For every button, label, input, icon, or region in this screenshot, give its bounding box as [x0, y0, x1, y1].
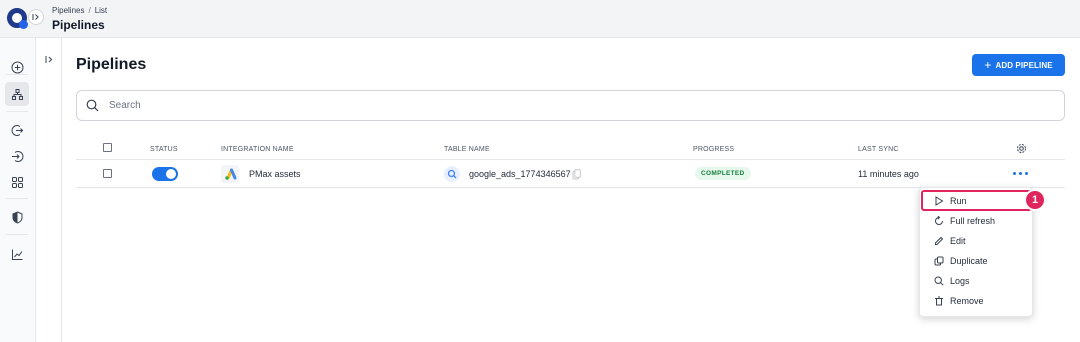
menu-item-label: Logs: [950, 276, 970, 286]
table-header: STATUS INTEGRATION NAME TABLE NAME PROGR…: [76, 138, 1065, 160]
chevron-right-bar-icon: [32, 14, 39, 20]
search-bar: [76, 90, 1065, 121]
menu-item-label: Remove: [950, 296, 984, 306]
top-bar: Pipelines / List Pipelines: [0, 0, 1080, 38]
rail-divider: [6, 234, 28, 235]
secondary-panel: [36, 38, 62, 342]
row-checkbox[interactable]: [103, 169, 112, 178]
last-sync: 11 minutes ago: [858, 169, 919, 179]
add-circle-icon[interactable]: [5, 55, 29, 79]
search-input[interactable]: [109, 100, 1009, 111]
status-badge: COMPLETED: [695, 167, 751, 180]
column-header-progress: PROGRESS: [693, 146, 735, 153]
pencil-icon: [933, 236, 944, 247]
breadcrumb: Pipelines / List: [52, 6, 107, 15]
table-name: google_ads_1774346567: [469, 169, 571, 179]
status-toggle[interactable]: [152, 167, 178, 181]
bigquery-icon: [444, 166, 460, 182]
trash-icon: [933, 296, 944, 307]
rail-divider: [6, 198, 28, 199]
rail-divider: [6, 74, 28, 75]
run-highlight-box: [921, 190, 1032, 211]
menu-item-duplicate[interactable]: Duplicate: [920, 251, 1034, 271]
step-number-badge: 1: [1024, 189, 1046, 211]
rail-divider: [6, 111, 28, 112]
table-row[interactable]: PMax assets google_ads_1774346567 COMPLE…: [76, 160, 1065, 188]
icon-rail: [0, 38, 36, 342]
copy-icon[interactable]: [572, 169, 581, 180]
header-title: Pipelines: [52, 18, 105, 32]
grid-icon[interactable]: [5, 170, 29, 194]
page-title: Pipelines: [76, 56, 147, 73]
export-icon[interactable]: [5, 144, 29, 168]
import-icon[interactable]: [5, 118, 29, 142]
panel-expand-toggle[interactable]: [43, 53, 55, 65]
duplicate-icon: [933, 256, 944, 267]
menu-item-logs[interactable]: Logs: [920, 271, 1034, 291]
integration-name[interactable]: PMax assets: [249, 169, 301, 179]
menu-item-edit[interactable]: Edit: [920, 231, 1034, 251]
menu-item-label: Duplicate: [950, 256, 988, 266]
chevron-right-bar-icon: [45, 55, 52, 63]
pipelines-icon[interactable]: [5, 82, 29, 106]
column-header-table-name: TABLE NAME: [444, 146, 490, 153]
google-ads-icon: [221, 165, 239, 183]
menu-item-remove[interactable]: Remove: [920, 291, 1034, 311]
search-icon: [933, 276, 944, 287]
column-header-status: STATUS: [150, 146, 178, 153]
plus-icon: +: [984, 58, 992, 72]
menu-item-label: Full refresh: [950, 216, 996, 226]
select-all-checkbox[interactable]: [103, 143, 112, 152]
breadcrumb-list: List: [94, 6, 108, 15]
row-actions-more-icon[interactable]: [1013, 172, 1028, 175]
column-header-integration-name: INTEGRATION NAME: [221, 146, 294, 153]
menu-item-full-refresh[interactable]: Full refresh: [920, 211, 1034, 231]
add-pipeline-button[interactable]: + ADD PIPELINE: [972, 54, 1065, 76]
column-header-last-sync: LAST SYNC: [858, 146, 899, 153]
app-logo[interactable]: [7, 8, 28, 29]
menu-item-label: Edit: [950, 236, 966, 246]
refresh-icon: [933, 216, 944, 227]
search-icon: [86, 99, 100, 113]
sidebar-expand-button[interactable]: [28, 9, 44, 25]
chart-icon[interactable]: [5, 242, 29, 266]
gear-icon[interactable]: [1016, 143, 1027, 154]
shield-icon[interactable]: [5, 205, 29, 229]
breadcrumb-pipelines[interactable]: Pipelines: [52, 6, 84, 15]
add-pipeline-label: ADD PIPELINE: [995, 60, 1053, 70]
breadcrumb-separator: /: [88, 6, 91, 15]
